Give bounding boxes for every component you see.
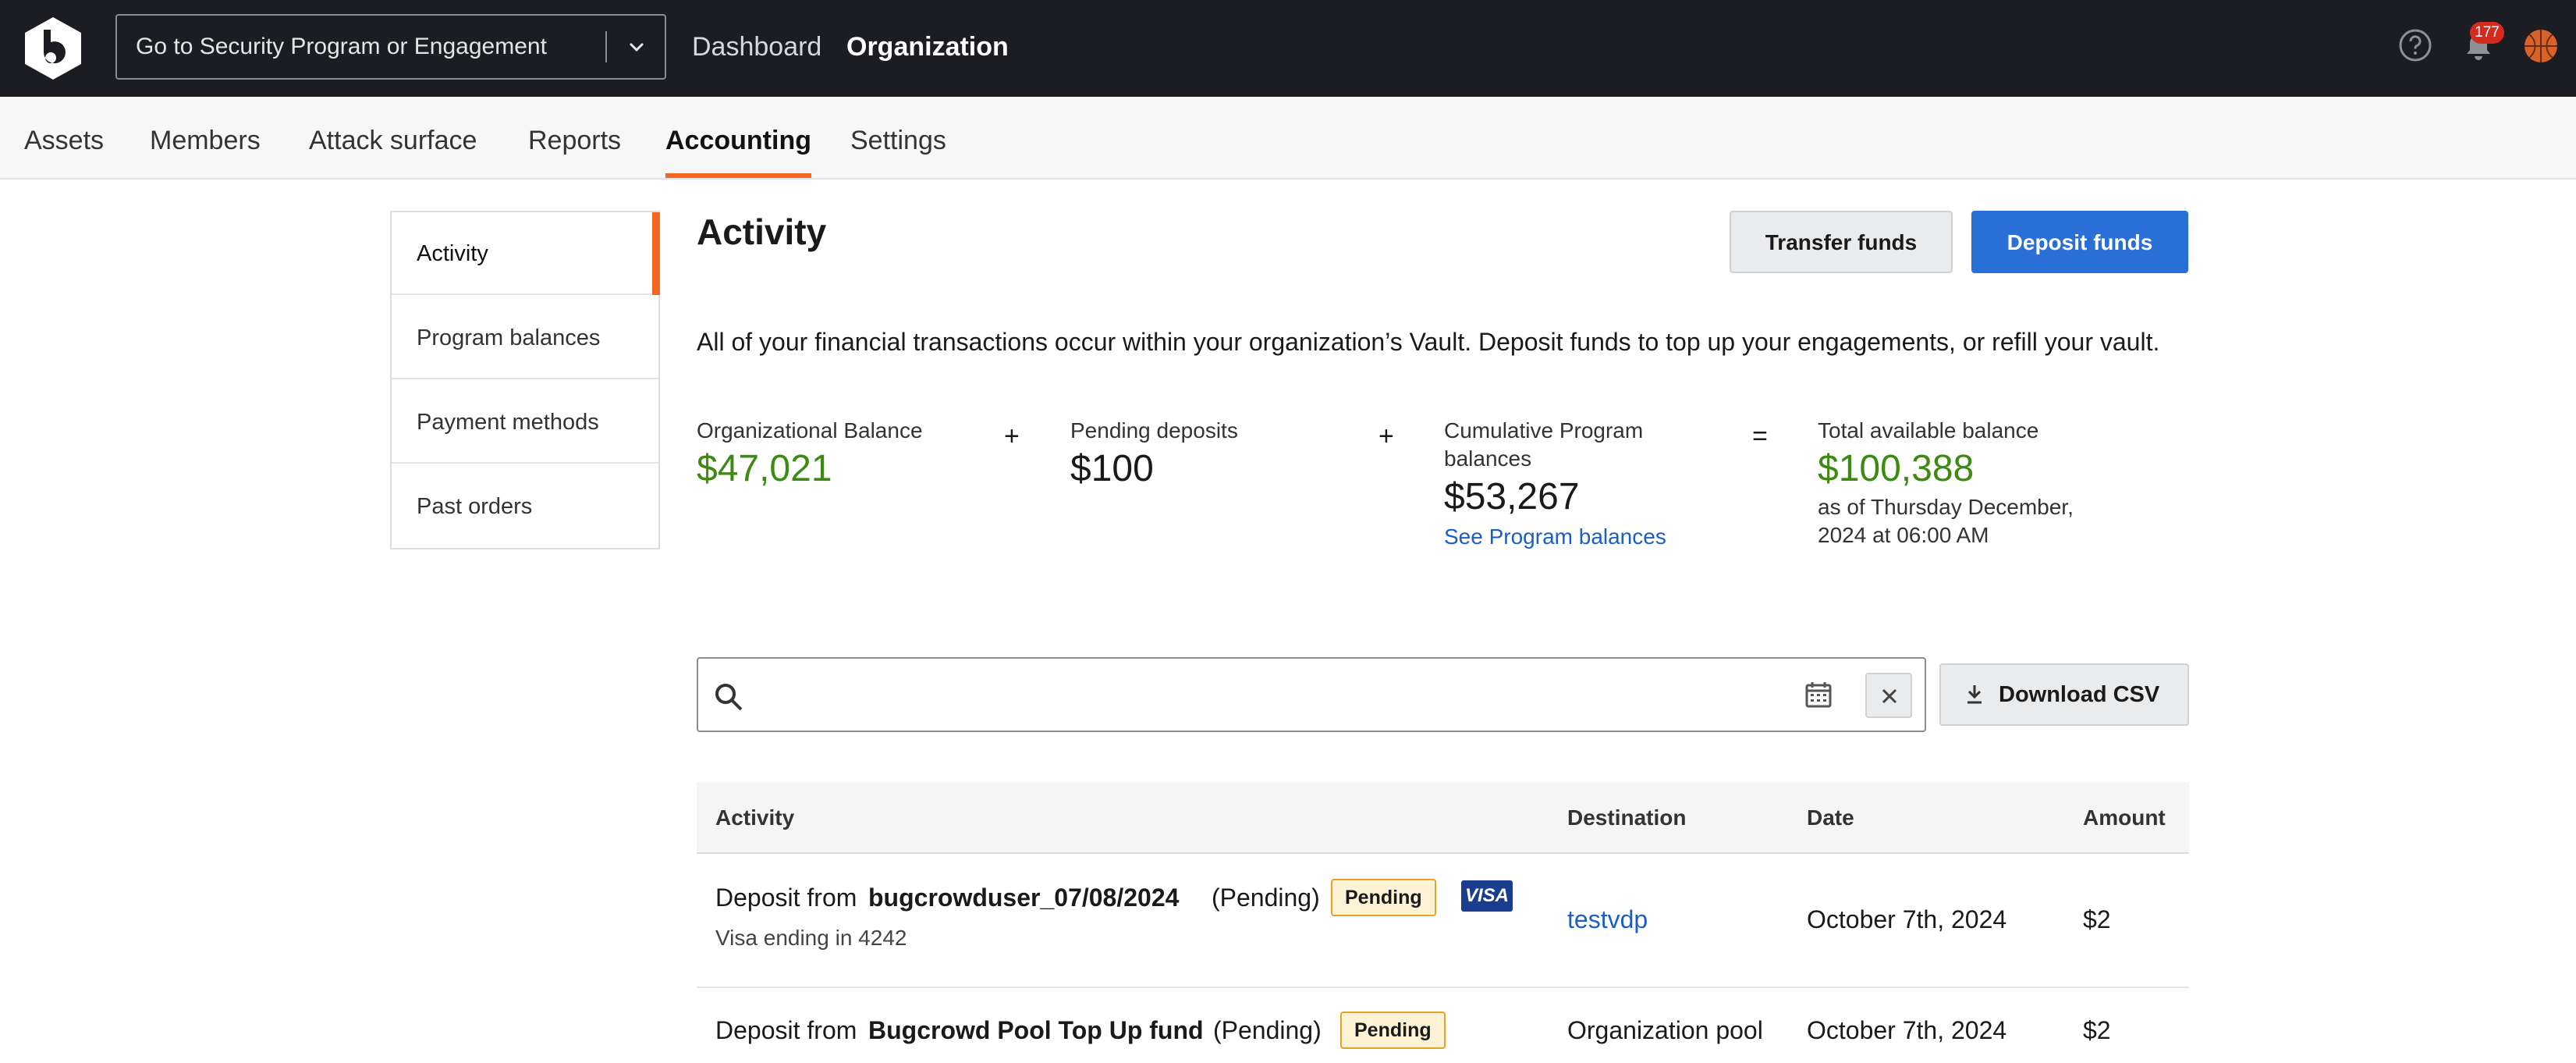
tab-members[interactable]: Members xyxy=(150,97,261,178)
column-destination[interactable]: Destination xyxy=(1567,782,1686,854)
chevron-down-icon[interactable] xyxy=(624,34,649,59)
see-program-balances-link[interactable]: See Program balances xyxy=(1444,524,1666,549)
total-balance-note: as of Thursday December, 2024 at 06:00 A… xyxy=(1818,495,2074,547)
sidebar-item-program-balances[interactable]: Program balances xyxy=(392,297,658,379)
table-row[interactable]: Deposit from Bugcrowd Pool Top Up fund (… xyxy=(697,988,2189,1063)
bugcrowd-logo-icon[interactable] xyxy=(20,16,86,81)
total-balance-label: Total available balance xyxy=(1818,418,2039,443)
column-activity[interactable]: Activity xyxy=(715,782,794,854)
activity-source-name: Bugcrowd Pool Top Up fund xyxy=(868,1016,1204,1044)
download-icon xyxy=(1967,685,1982,704)
nav-organization[interactable]: Organization xyxy=(846,0,1009,94)
pending-deposits-label: Pending deposits xyxy=(1070,418,1238,443)
activity-source-name: bugcrowduser_07/08/2024 xyxy=(868,883,1180,912)
activity-amount: $2 xyxy=(2083,1016,2111,1044)
activity-search-field[interactable] xyxy=(697,657,1926,732)
activity-prefix: Deposit from xyxy=(715,1016,857,1044)
avatar-icon[interactable] xyxy=(2523,28,2559,64)
tab-assets[interactable]: Assets xyxy=(24,97,104,178)
sidebar-item-payment-methods[interactable]: Payment methods xyxy=(392,381,658,464)
destination-link[interactable]: testvdp xyxy=(1567,905,1648,934)
download-csv-button[interactable]: Download CSV xyxy=(1939,663,2189,726)
pending-badge: Pending xyxy=(1331,879,1436,916)
nav-dashboard[interactable]: Dashboard xyxy=(692,0,821,94)
activity-date: October 7th, 2024 xyxy=(1807,1016,2007,1044)
close-icon xyxy=(1882,688,1897,704)
notification-badge: 177 xyxy=(2470,22,2504,44)
program-select-placeholder: Go to Security Program or Engagement xyxy=(136,34,547,59)
program-select[interactable]: Go to Security Program or Engagement xyxy=(115,14,666,80)
sidebar-item-past-orders[interactable]: Past orders xyxy=(392,465,658,548)
total-balance-value: $100,388 xyxy=(1818,448,1975,489)
org-balance-label: Organizational Balance xyxy=(697,418,923,443)
sidebar-item-label: Activity xyxy=(417,241,488,266)
search-input[interactable] xyxy=(761,667,1790,723)
top-bar: Go to Security Program or Engagement Das… xyxy=(0,0,2576,97)
sidebar-item-label: Payment methods xyxy=(417,410,599,435)
table-row[interactable]: Deposit from bugcrowduser_07/08/2024 (Pe… xyxy=(697,854,2189,988)
plus-operator: + xyxy=(1004,421,1020,451)
table-header: Activity Destination Date Amount xyxy=(697,782,2189,854)
cumulative-balances-label: Cumulative Program balances xyxy=(1444,418,1644,471)
tab-settings[interactable]: Settings xyxy=(850,97,946,178)
tab-reports[interactable]: Reports xyxy=(528,97,621,178)
pending-deposits-value: $100 xyxy=(1070,448,1154,489)
column-amount[interactable]: Amount xyxy=(2083,782,2166,854)
calendar-icon[interactable] xyxy=(1804,681,1833,709)
download-csv-label: Download CSV xyxy=(1999,682,2160,707)
sidebar-item-activity[interactable]: Activity xyxy=(392,212,660,295)
plus-operator: + xyxy=(1378,421,1394,451)
accounting-side-menu: Activity Program balances Payment method… xyxy=(390,211,660,549)
transfer-funds-button[interactable]: Transfer funds xyxy=(1730,211,1953,273)
org-balance-value: $47,021 xyxy=(697,448,832,489)
visa-card-icon: VISA xyxy=(1461,880,1513,912)
sidebar-item-label: Program balances xyxy=(417,325,601,350)
activity-status: (Pending) xyxy=(1213,1016,1322,1044)
sub-nav: Assets Members Attack surface Reports Ac… xyxy=(0,97,2576,180)
tab-attack-surface[interactable]: Attack surface xyxy=(309,97,477,178)
equals-operator: = xyxy=(1752,421,1768,451)
select-divider xyxy=(605,31,607,62)
tab-accounting[interactable]: Accounting xyxy=(665,97,811,178)
deposit-funds-button[interactable]: Deposit funds xyxy=(1971,211,2188,273)
vault-description: All of your financial transactions occur… xyxy=(697,328,2160,356)
column-date[interactable]: Date xyxy=(1807,782,1854,854)
clear-search-button[interactable] xyxy=(1865,673,1912,718)
pending-badge: Pending xyxy=(1340,1011,1446,1049)
activity-amount: $2 xyxy=(2083,905,2111,933)
destination-text: Organization pool xyxy=(1567,1016,1763,1044)
payment-method-subline: Visa ending in 4242 xyxy=(715,926,907,950)
help-icon[interactable] xyxy=(2398,28,2432,62)
activity-status: (Pending) xyxy=(1212,883,1320,912)
cumulative-balances-value: $53,267 xyxy=(1444,476,1580,517)
activity-prefix: Deposit from xyxy=(715,883,857,912)
search-icon xyxy=(715,684,743,711)
sidebar-item-label: Past orders xyxy=(417,494,533,519)
page-title: Activity xyxy=(697,212,827,252)
activity-date: October 7th, 2024 xyxy=(1807,905,2007,933)
